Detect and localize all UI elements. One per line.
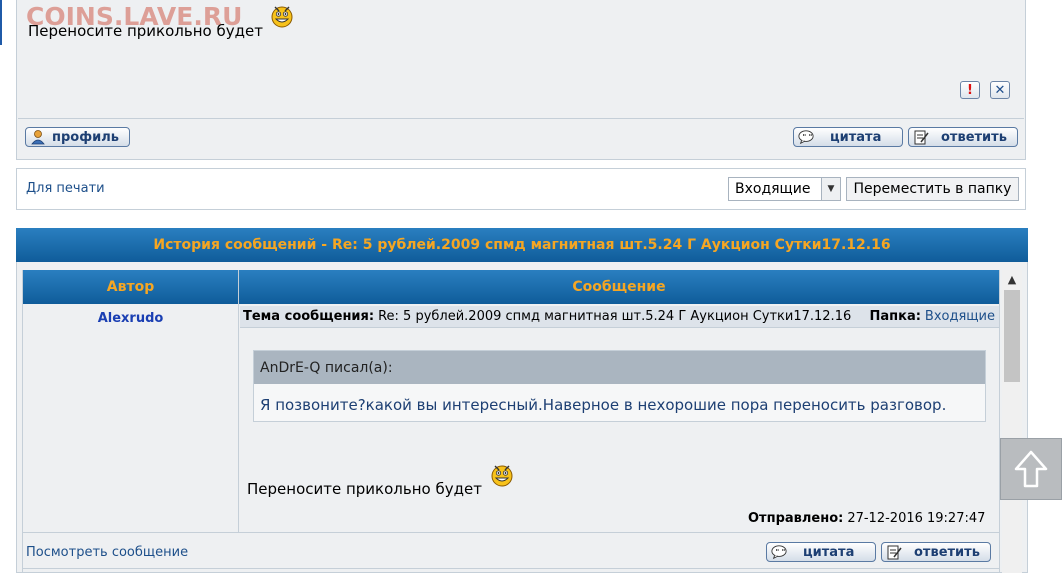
- folder-select-value: Входящие: [735, 181, 811, 197]
- reply-button[interactable]: ответить: [908, 127, 1018, 147]
- move-to-folder-button[interactable]: Переместить в папку: [846, 177, 1019, 201]
- reply-label: ответить: [941, 129, 1007, 145]
- speech-bubble-icon: " ": [771, 544, 787, 560]
- speech-bubble-icon: " ": [798, 129, 814, 145]
- profile-button[interactable]: профиль: [25, 127, 130, 147]
- author-column-header: Автор: [23, 270, 238, 304]
- sent-label: Отправлено:: [748, 511, 844, 526]
- scroll-to-top-button[interactable]: [1000, 438, 1062, 500]
- folder-link[interactable]: Входящие: [925, 309, 995, 324]
- user-icon: [30, 129, 46, 145]
- subject-bar: Тема сообщения: Re: 5 рублей.2009 спмд м…: [240, 306, 999, 328]
- profile-label: профиль: [52, 129, 119, 145]
- report-button[interactable]: !: [960, 81, 980, 99]
- subject-label: Тема сообщения:: [243, 309, 375, 324]
- quote-label: цитата: [830, 129, 882, 145]
- row-separator: [23, 532, 1000, 533]
- message-column-header: Сообщение: [239, 270, 999, 304]
- document-pen-icon: [886, 544, 902, 560]
- folder-select[interactable]: Входящие ▼: [728, 177, 841, 201]
- message-body-text: Переносите прикольно будет: [247, 480, 482, 498]
- quote-button[interactable]: " " цитата: [793, 127, 903, 147]
- left-edge-accent: [0, 0, 2, 45]
- scrollbar-thumb[interactable]: [1004, 290, 1020, 382]
- column-separator: [238, 270, 239, 532]
- scroll-up-arrow-icon[interactable]: ▲: [1002, 270, 1022, 288]
- grinning-smiley-icon: [491, 465, 513, 487]
- document-pen-icon: [913, 129, 929, 145]
- print-version-link[interactable]: Для печати: [26, 181, 105, 196]
- grinning-smiley-icon: [271, 6, 293, 28]
- chevron-down-icon[interactable]: ▼: [821, 178, 840, 200]
- quote-text: Я позвоните?какой вы интересный.Наверное…: [260, 396, 947, 414]
- view-message-link[interactable]: Посмотреть сообщение: [26, 545, 188, 560]
- delete-button[interactable]: ✕: [990, 81, 1010, 99]
- post-message-text: Переносите прикольно будет: [28, 22, 263, 40]
- bottom-separator: [23, 568, 1000, 569]
- post-divider: [18, 118, 1024, 119]
- quote-label: цитата: [803, 544, 855, 560]
- folder-info: Папка: Входящие: [869, 309, 995, 324]
- svg-text:" ": " ": [775, 547, 785, 556]
- author-name[interactable]: Alexrudo: [23, 311, 238, 326]
- reply-label: ответить: [914, 544, 980, 560]
- close-icon: ✕: [994, 82, 1006, 98]
- sent-timestamp: Отправлено: 27-12-2016 19:27:47: [748, 511, 985, 526]
- exclamation-icon: !: [967, 82, 973, 98]
- svg-text:" ": " ": [802, 132, 812, 141]
- subject-text: Re: 5 рублей.2009 спмд магнитная шт.5.24…: [378, 309, 852, 324]
- quote-author: AnDrE-Q писал(а):: [260, 359, 393, 376]
- reply-button[interactable]: ответить: [881, 542, 991, 562]
- folder-label: Папка:: [869, 309, 921, 324]
- quote-header: AnDrE-Q писал(а):: [254, 351, 985, 384]
- sent-value: 27-12-2016 19:27:47: [847, 511, 986, 526]
- history-title: История сообщений - Re: 5 рублей.2009 сп…: [16, 228, 1028, 262]
- arrow-up-icon: [1014, 450, 1048, 488]
- quote-button[interactable]: " " цитата: [766, 542, 876, 562]
